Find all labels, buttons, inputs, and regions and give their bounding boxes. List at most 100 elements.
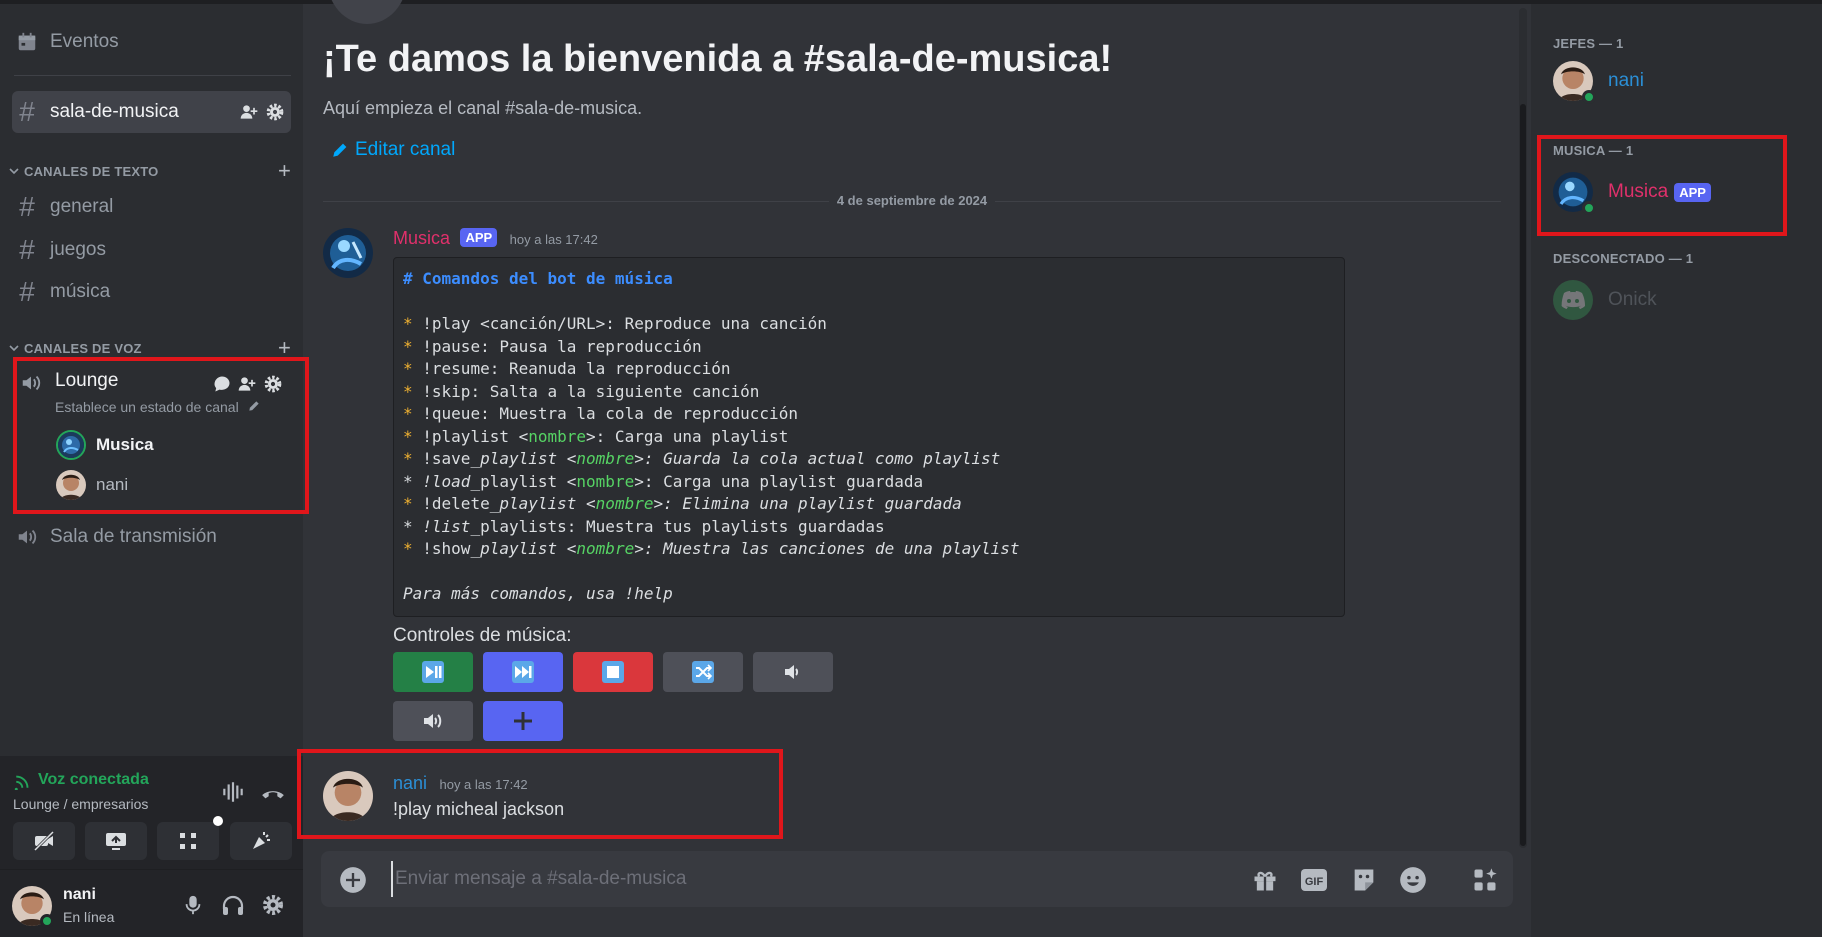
welcome-title: ¡Te damos la bienvenida a #sala-de-music… — [323, 38, 1113, 80]
calendar-icon — [12, 31, 42, 53]
hash-icon: # — [19, 191, 35, 222]
gear-icon[interactable] — [261, 893, 285, 917]
volume-down-icon — [781, 660, 805, 684]
member-onick[interactable]: Onick — [1553, 278, 1657, 322]
gif-icon[interactable]: GIF — [1300, 866, 1328, 894]
code-line — [403, 291, 1335, 314]
play-pause-button[interactable] — [393, 652, 473, 692]
member-group-title: DESCONECTADO — 1 — [1553, 251, 1694, 266]
add-button[interactable] — [483, 701, 563, 741]
gear-icon[interactable] — [263, 374, 283, 394]
code-segment: !play <canción/URL>: Reproduce una canci… — [412, 314, 827, 333]
sidebar-item-label: música — [50, 281, 111, 302]
channel-status-hint[interactable]: Establece un estado de canal — [55, 399, 239, 415]
notification-dot — [213, 816, 223, 826]
code-segment: * — [403, 359, 413, 378]
play-pause-icon — [421, 660, 445, 684]
mic-icon[interactable] — [182, 893, 204, 917]
date-divider-text: 4 de septiembre de 2024 — [828, 193, 996, 208]
code-segment: _playlist < — [470, 449, 577, 468]
category-voice-channels[interactable]: CANALES DE VOZ + — [8, 337, 291, 359]
username[interactable]: nani — [63, 886, 96, 904]
headphones-icon[interactable] — [221, 893, 245, 917]
online-status-dot — [1582, 201, 1596, 215]
date-divider-label: 4 de septiembre de 2024 — [303, 193, 1521, 208]
plus-icon[interactable]: + — [278, 337, 291, 359]
code-line — [403, 561, 1335, 584]
avatar[interactable] — [323, 228, 373, 278]
pencil-icon[interactable] — [247, 399, 261, 413]
message-timestamp: hoy a las 17:42 — [439, 777, 528, 792]
stop-icon — [601, 660, 625, 684]
code-line: * !playlist <nombre>: Carga una playlist — [403, 426, 1335, 449]
sticker-icon[interactable] — [1350, 866, 1378, 894]
avatar — [1553, 61, 1596, 104]
upload-plus-icon[interactable] — [339, 866, 367, 894]
member-group-title: JEFES — 1 — [1553, 36, 1624, 51]
avatar[interactable] — [12, 886, 54, 928]
code-segment: * — [403, 314, 413, 333]
hangup-icon[interactable] — [260, 780, 286, 806]
skip-button[interactable] — [483, 652, 563, 692]
sidebar-item-sala-de-musica[interactable]: # sala-de-musica — [12, 91, 291, 133]
screen-share-button[interactable] — [85, 822, 147, 860]
voice-status[interactable]: Voz conectada — [38, 771, 149, 789]
sidebar-item-label: general — [50, 196, 114, 217]
volume-up-icon — [421, 709, 445, 733]
member-musica[interactable]: Musica APP — [1553, 170, 1711, 215]
code-segment: nombre — [528, 426, 587, 446]
user-status: En línea — [63, 909, 115, 925]
voice-user-musica[interactable]: Musica — [56, 430, 154, 460]
plus-icon[interactable]: + — [278, 160, 291, 182]
code-segment: !playlist < — [412, 426, 529, 446]
scrollbar-thumb[interactable] — [1520, 104, 1526, 846]
code-line: Para más comandos, usa !help — [403, 583, 1335, 606]
sparkle-icon — [249, 829, 273, 853]
shuffle-button[interactable] — [663, 652, 743, 692]
message-username[interactable]: nani — [393, 773, 427, 793]
member-nani[interactable]: nani — [1553, 59, 1644, 104]
apps-icon[interactable] — [1471, 866, 1499, 894]
sidebar-item-events[interactable]: Eventos — [12, 22, 291, 62]
sidebar-item-general[interactable]: # general — [12, 187, 291, 227]
soundboard-button[interactable] — [230, 822, 292, 860]
emoji-icon[interactable] — [1399, 866, 1427, 894]
gift-icon[interactable] — [1251, 866, 1279, 894]
stop-button[interactable] — [573, 652, 653, 692]
pencil-icon — [331, 141, 349, 159]
code-segment: # Comandos del bot de música — [403, 269, 673, 288]
sidebar-item-musica[interactable]: # música — [12, 272, 291, 312]
soundboard-icon[interactable] — [220, 779, 246, 805]
message-username[interactable]: Musica — [393, 228, 450, 248]
member-name: Musica — [1608, 181, 1669, 202]
add-member-icon[interactable] — [237, 374, 257, 394]
volume-down-button[interactable] — [753, 652, 833, 692]
category-label: CANALES DE TEXTO — [24, 163, 159, 179]
edit-channel-link[interactable]: Editar canal — [331, 139, 455, 161]
code-segment: !skip: Salta a la siguiente canción — [412, 381, 760, 401]
code-segment: nombre — [576, 471, 635, 491]
volume-up-button[interactable] — [393, 701, 473, 741]
message-input[interactable] — [391, 861, 1191, 897]
chat-bubble-icon[interactable] — [212, 374, 232, 394]
code-segment: * !list — [403, 516, 471, 536]
add-icon — [511, 709, 535, 733]
camera-toggle-button[interactable] — [13, 822, 75, 860]
voice-user-nani[interactable]: nani — [56, 470, 128, 500]
shuffle-icon — [691, 660, 715, 684]
sidebar-item-juegos[interactable]: # juegos — [12, 230, 291, 270]
sidebar-item-lounge[interactable]: Lounge Establece un estado de canal — [12, 366, 291, 415]
activities-button[interactable] — [157, 816, 223, 860]
avatar[interactable] — [323, 771, 373, 821]
code-line: * !load_playlist <nombre>: Carga una pla… — [403, 471, 1335, 494]
sidebar-item-label: sala-de-musica — [50, 101, 179, 122]
code-line: * !play <canción/URL>: Reproduce una can… — [403, 313, 1335, 336]
voice-location[interactable]: Lounge / empresarios — [13, 796, 148, 812]
code-line: * !list_playlists: Muestra tus playlists… — [403, 516, 1335, 539]
sidebar-item-sala-de-transmision[interactable]: Sala de transmisión — [12, 517, 291, 557]
category-text-channels[interactable]: CANALES DE TEXTO + — [8, 160, 291, 182]
add-member-icon[interactable] — [239, 102, 259, 122]
gear-icon[interactable] — [265, 102, 285, 122]
